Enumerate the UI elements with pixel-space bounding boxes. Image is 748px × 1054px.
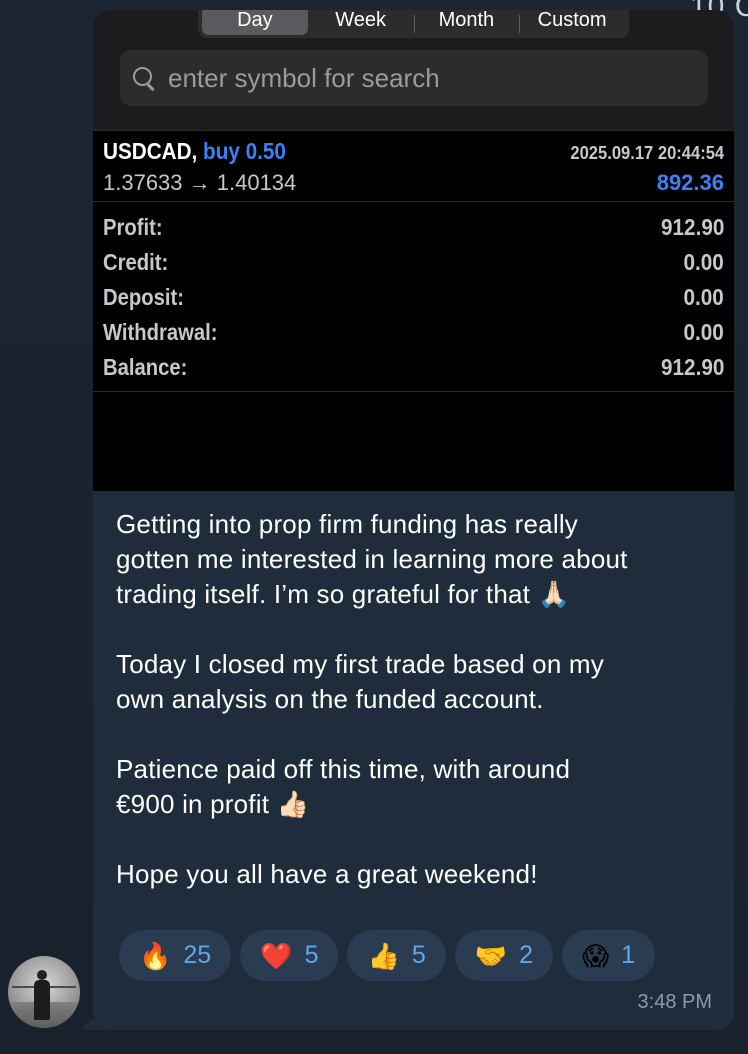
summary-label: Balance: [103, 354, 188, 380]
tab-custom: Custom [519, 10, 625, 35]
summary-value: 912.90 [660, 214, 724, 240]
fire-icon: 🔥 [139, 940, 172, 971]
message-text: Getting into prop firm funding has reall… [116, 507, 716, 892]
summary-value: 912.90 [660, 354, 724, 380]
trade-profit: 892.36 [656, 170, 724, 195]
avatar-detail [12, 986, 76, 988]
message-paragraph: Patience paid off this time, with around… [116, 754, 571, 819]
handshake-icon: 🤝 [474, 940, 508, 971]
divider [93, 201, 734, 202]
screaming-face-icon: 😱 [582, 940, 610, 971]
symbol-search-bar [120, 50, 708, 106]
reaction-heart[interactable]: ❤️ 5 [240, 930, 339, 981]
summary-row-withdrawal: Withdrawal: 0.00 [103, 319, 724, 346]
reactions-bar: 🔥 25 ❤️ 5 👍 5 🤝 2 😱 1 [119, 930, 656, 981]
message-timestamp: 3:48 PM [637, 991, 712, 1013]
search-icon [132, 66, 156, 90]
message-paragraph: Getting into prop firm funding has reall… [116, 509, 628, 609]
tab-month: Month [413, 10, 520, 35]
period-segmented-control: Day Week Month Custom [198, 10, 629, 38]
tab-day: Day [202, 10, 308, 35]
summary-row-deposit: Deposit: 0.00 [103, 284, 724, 311]
avatar-detail [8, 1002, 80, 1028]
reaction-fire[interactable]: 🔥 25 [119, 930, 232, 981]
reaction-count: 5 [304, 941, 319, 969]
message-paragraph: Hope you all have a great weekend! [116, 859, 538, 889]
trade-symbol: USDCAD, buy 0.50 [103, 138, 286, 164]
message-paragraph: Today I closed my first trade based on m… [116, 649, 604, 714]
reaction-handshake[interactable]: 🤝 2 [454, 930, 554, 981]
attached-screenshot[interactable]: Day Week Month Custom USDCAD, buy 0.50 2… [93, 10, 734, 491]
reaction-count: 1 [621, 941, 636, 969]
trade-direction: buy 0.50 [203, 138, 286, 164]
summary-label: Credit: [103, 249, 169, 275]
reaction-count: 2 [519, 941, 534, 969]
tab-week: Week [335, 10, 386, 31]
summary-label: Profit: [103, 214, 163, 240]
summary-label: Withdrawal: [103, 319, 218, 345]
reaction-count: 5 [411, 941, 426, 969]
reaction-count: 25 [183, 941, 212, 969]
summary-row-credit: Credit: 0.00 [103, 249, 724, 276]
message-bubble[interactable]: Day Week Month Custom USDCAD, buy 0.50 2… [93, 10, 734, 1030]
summary-value: 0.00 [683, 319, 724, 345]
divider [93, 130, 734, 131]
reaction-thumbs-up[interactable]: 👍 5 [347, 930, 446, 981]
avatar[interactable] [8, 956, 80, 1028]
summary-value: 0.00 [683, 284, 724, 310]
trade-row-top: USDCAD, buy 0.50 2025.09.17 20:44:54 [103, 138, 724, 165]
trade-row-bottom: 1.37633 → 1.40134 892.36 [103, 170, 724, 196]
divider [93, 391, 734, 392]
summary-value: 0.00 [683, 249, 724, 275]
summary-label: Deposit: [103, 284, 184, 310]
summary-row-balance: Balance: 912.90 [103, 354, 724, 381]
trade-datetime: 2025.09.17 20:44:54 [570, 143, 724, 163]
heart-icon: ❤️ [260, 940, 293, 971]
summary-row-profit: Profit: 912.90 [103, 214, 724, 241]
search-input [168, 62, 648, 94]
thumbs-up-icon: 👍 [367, 940, 400, 971]
trade-prices: 1.37633 → 1.40134 [103, 170, 297, 195]
reaction-screaming-face[interactable]: 😱 1 [562, 930, 656, 981]
